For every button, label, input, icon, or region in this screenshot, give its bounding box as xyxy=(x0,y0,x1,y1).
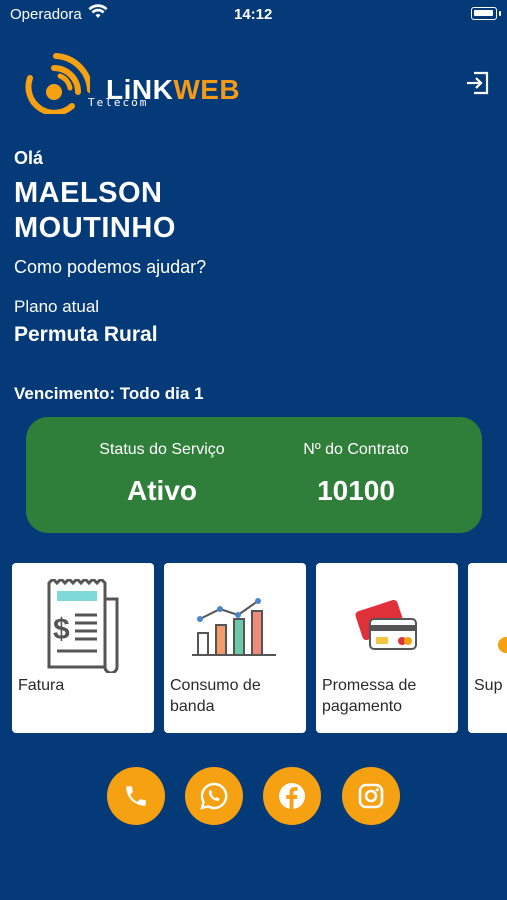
credit-card-icon xyxy=(355,599,417,650)
phone-button[interactable] xyxy=(107,767,165,825)
contract-number: Nº do Contrato 10100 xyxy=(256,441,456,507)
due-date: Vencimento: Todo dia 1 xyxy=(14,384,204,403)
tile-support-label: Sup xyxy=(474,677,503,694)
brand-logo: LiNKWEB Telecom xyxy=(20,48,240,114)
user-last-name: MOUTINHO xyxy=(14,212,176,244)
greeting-hello: Olá xyxy=(14,148,44,168)
battery-icon xyxy=(471,7,501,20)
whatsapp-button[interactable] xyxy=(185,767,243,825)
help-prompt: Como podemos ajudar? xyxy=(14,257,207,277)
tile-invoice-label: Fatura xyxy=(18,677,65,694)
bandwidth-chart-icon xyxy=(192,598,276,656)
plan-name: Permuta Rural xyxy=(14,323,158,346)
phone-icon xyxy=(126,786,146,806)
brand-web-text: WEB xyxy=(173,74,241,105)
facebook-button[interactable] xyxy=(263,767,321,825)
brand-subtitle: Telecom xyxy=(88,96,149,109)
tile-support[interactable]: Sup xyxy=(468,563,507,733)
tile-invoice[interactable]: $ Fatura xyxy=(12,563,154,733)
support-icon xyxy=(468,579,507,669)
wifi-icon xyxy=(88,4,108,24)
svg-text:$: $ xyxy=(53,613,70,646)
logout-icon xyxy=(467,71,489,95)
signal-logo-icon xyxy=(25,53,90,114)
service-status-card: Status do Serviço Ativo Nº do Contrato 1… xyxy=(26,417,482,533)
tile-payment-promise-label: Promessa de pagamento xyxy=(322,677,417,715)
carrier-name: Operadora xyxy=(10,6,82,23)
user-first-name: MAELSON xyxy=(14,177,163,209)
status-bar: Operadora 14:12 xyxy=(0,0,507,30)
contract-number-value: 10100 xyxy=(317,475,395,506)
service-status: Status do Serviço Ativo xyxy=(62,441,262,507)
contract-number-label: Nº do Contrato xyxy=(303,441,409,458)
service-status-value: Ativo xyxy=(127,475,197,506)
instagram-icon xyxy=(358,783,384,809)
invoice-icon: $ xyxy=(47,579,119,673)
service-tiles[interactable]: $ Fatura Consumo de banda Promessa de pa… xyxy=(12,563,507,733)
tile-bandwidth-label: Consumo de banda xyxy=(170,677,261,715)
clock: 14:12 xyxy=(234,6,273,23)
instagram-button[interactable] xyxy=(342,767,400,825)
logout-button[interactable] xyxy=(465,70,491,96)
tile-bandwidth[interactable]: Consumo de banda xyxy=(164,563,306,733)
service-status-label: Status do Serviço xyxy=(99,441,225,458)
plan-label: Plano atual xyxy=(14,297,100,316)
facebook-icon xyxy=(279,783,305,809)
whatsapp-icon xyxy=(200,782,228,810)
user-name: MAELSON MOUTINHO xyxy=(14,176,314,246)
tile-payment-promise[interactable]: Promessa de pagamento xyxy=(316,563,458,733)
